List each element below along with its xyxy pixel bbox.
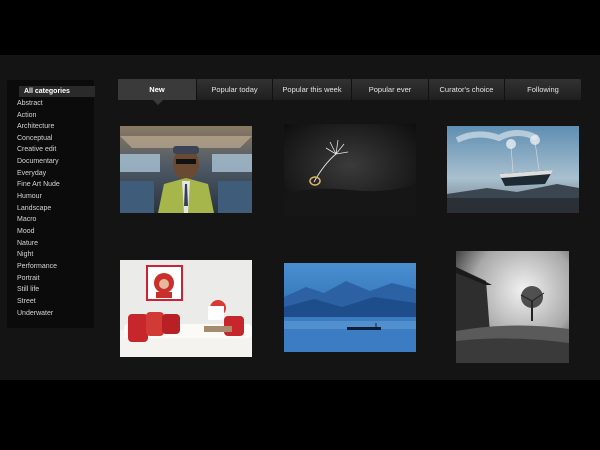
category-creative-edit[interactable]: Creative edit <box>17 144 95 155</box>
sort-tabs: New Popular today Popular this week Popu… <box>118 79 581 100</box>
category-mood[interactable]: Mood <box>17 226 95 237</box>
category-all[interactable]: All categories <box>19 86 95 97</box>
category-action[interactable]: Action <box>17 110 95 121</box>
tab-popular-this-week[interactable]: Popular this week <box>272 79 351 100</box>
category-performance[interactable]: Performance <box>17 261 95 272</box>
active-tab-pointer-icon <box>153 100 163 105</box>
category-night[interactable]: Night <box>17 249 95 260</box>
category-street[interactable]: Street <box>17 296 95 307</box>
photo-blue-mountain-lake[interactable] <box>284 263 416 352</box>
tab-curators-choice[interactable]: Curator's choice <box>428 79 504 100</box>
tab-new[interactable]: New <box>118 79 196 100</box>
tab-popular-ever[interactable]: Popular ever <box>351 79 428 100</box>
category-abstract[interactable]: Abstract <box>17 98 95 109</box>
category-fine-art-nude[interactable]: Fine Art Nude <box>17 179 95 190</box>
category-still-life[interactable]: Still life <box>17 284 95 295</box>
category-landscape[interactable]: Landscape <box>17 203 95 214</box>
category-portrait[interactable]: Portrait <box>17 273 95 284</box>
photo-floating-boat[interactable] <box>447 126 579 213</box>
photo-tree-and-house[interactable] <box>456 251 569 363</box>
category-underwater[interactable]: Underwater <box>17 308 95 319</box>
category-macro[interactable]: Macro <box>17 214 95 225</box>
tab-popular-today[interactable]: Popular today <box>196 79 272 100</box>
photo-dandelion-seed[interactable] <box>284 124 416 216</box>
category-everyday[interactable]: Everyday <box>17 168 95 179</box>
photo-man-on-bus[interactable] <box>120 126 252 213</box>
category-humour[interactable]: Humour <box>17 191 95 202</box>
photo-red-hood-child[interactable] <box>120 260 252 357</box>
category-documentary[interactable]: Documentary <box>17 156 95 167</box>
tab-following[interactable]: Following <box>504 79 581 100</box>
category-sidebar: All categories Abstract Action Architect… <box>7 80 95 328</box>
category-nature[interactable]: Nature <box>17 238 95 249</box>
category-architecture[interactable]: Architecture <box>17 121 95 132</box>
category-conceptual[interactable]: Conceptual <box>17 133 95 144</box>
